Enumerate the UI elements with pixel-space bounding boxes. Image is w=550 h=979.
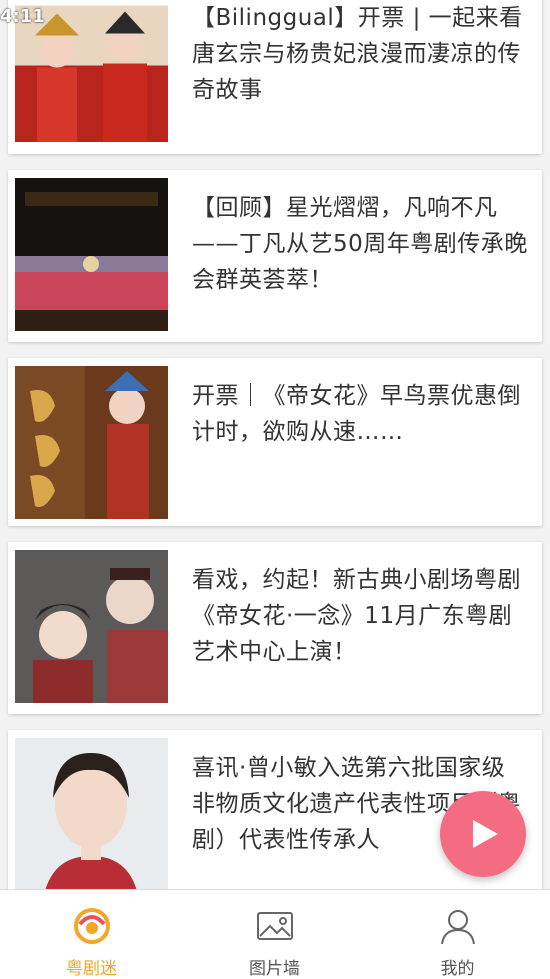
article-thumbnail — [15, 178, 168, 331]
image-icon — [256, 912, 293, 940]
tab-mine[interactable]: 我的 — [366, 890, 549, 979]
article-feed[interactable]: 【Bilinggual】开票 | 一起来看唐玄宗与杨贵妃浪漫而凄凉的传奇故事 【… — [0, 0, 550, 890]
article-title: 【Bilinggual】开票 | 一起来看唐玄宗与杨贵妃浪漫而凄凉的传奇故事 — [192, 5, 523, 103]
princess-poster-image — [15, 366, 168, 519]
opera-logo-icon — [73, 908, 110, 944]
stage-performance-image — [15, 178, 168, 331]
article-card[interactable]: 【Bilinggual】开票 | 一起来看唐玄宗与杨贵妃浪漫而凄凉的传奇故事 — [8, 0, 542, 154]
tab-photo-wall[interactable]: 图片墙 — [183, 890, 366, 979]
article-thumbnail — [15, 366, 168, 519]
tab-label: 粤剧迷 — [66, 959, 117, 979]
tab-opera-fans[interactable]: 粤剧迷 — [0, 890, 183, 979]
bottom-tab-bar: 粤剧迷 图片墙 我的 — [0, 889, 550, 979]
article-title: 开票｜《帝女花》早鸟票优惠倒计时，欲购从速…… — [192, 383, 521, 445]
article-title: 看戏，约起！新古典小剧场粤剧《帝女花·一念》11月广东粤剧艺术中心上演！ — [192, 567, 521, 665]
status-bar-time: 4:11 — [0, 6, 45, 27]
article-thumbnail — [15, 738, 168, 890]
user-icon — [440, 910, 475, 945]
article-card[interactable]: 开票｜《帝女花》早鸟票优惠倒计时，欲购从速…… — [8, 358, 542, 526]
article-thumbnail — [15, 550, 168, 703]
article-card[interactable]: 【回顾】星光熠熠，凡响不凡——丁凡从艺50周年粤剧传承晚会群英荟萃！ — [8, 170, 542, 342]
play-button[interactable] — [440, 791, 526, 877]
article-title: 【回顾】星光熠熠，凡响不凡——丁凡从艺50周年粤剧传承晚会群英荟萃！ — [192, 195, 528, 293]
woman-portrait-image — [15, 738, 168, 890]
play-icon — [473, 820, 498, 848]
couple-portrait-image — [15, 550, 168, 703]
article-card[interactable]: 看戏，约起！新古典小剧场粤剧《帝女花·一念》11月广东粤剧艺术中心上演！ — [8, 542, 542, 714]
tab-label: 我的 — [440, 959, 475, 979]
tab-label: 图片墙 — [249, 959, 300, 979]
